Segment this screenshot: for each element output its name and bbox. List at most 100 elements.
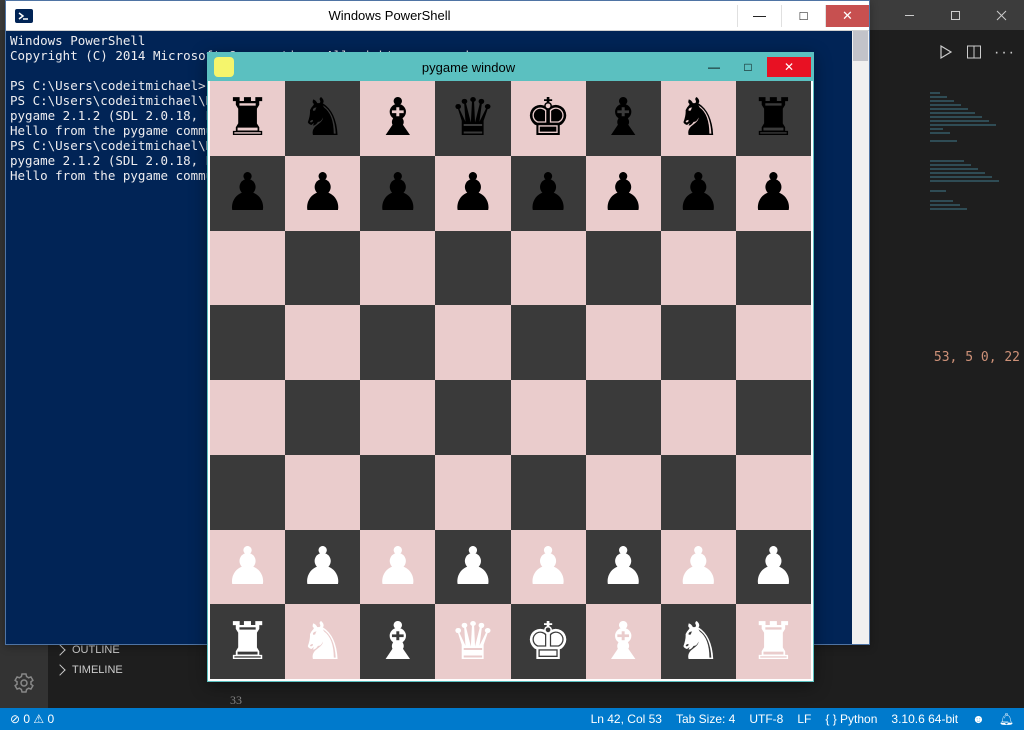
chess-square[interactable] — [285, 231, 360, 306]
ps-scrollbar[interactable] — [852, 31, 869, 644]
chess-square[interactable]: ♟ — [285, 156, 360, 231]
chess-square[interactable]: ♟ — [210, 156, 285, 231]
chess-square[interactable] — [285, 380, 360, 455]
chess-piece-bp[interactable]: ♟ — [750, 167, 797, 219]
feedback-icon[interactable]: ☻ — [972, 712, 985, 726]
chess-piece-bn[interactable]: ♞ — [299, 92, 346, 144]
chess-piece-bp[interactable]: ♟ — [299, 167, 346, 219]
chess-piece-bp[interactable]: ♟ — [375, 167, 422, 219]
chess-square[interactable]: ♟ — [586, 530, 661, 605]
chess-square[interactable] — [435, 231, 510, 306]
status-tab-size[interactable]: Tab Size: 4 — [676, 712, 735, 726]
chess-piece-bp[interactable]: ♟ — [450, 167, 497, 219]
ps-close-button[interactable]: ✕ — [825, 5, 869, 27]
chess-square[interactable] — [586, 305, 661, 380]
chess-piece-bp[interactable]: ♟ — [224, 167, 271, 219]
chess-square[interactable]: ♟ — [586, 156, 661, 231]
chess-square[interactable] — [586, 455, 661, 530]
status-language[interactable]: { } Python — [825, 712, 877, 726]
run-icon[interactable] — [938, 44, 954, 65]
chess-square[interactable] — [210, 380, 285, 455]
chess-piece-br[interactable]: ♜ — [750, 92, 797, 144]
chess-square[interactable]: ♜ — [210, 81, 285, 156]
chess-square[interactable]: ♝ — [586, 81, 661, 156]
chess-square[interactable]: ♟ — [511, 530, 586, 605]
chess-square[interactable]: ♝ — [360, 81, 435, 156]
chess-square[interactable] — [736, 380, 811, 455]
timeline-section[interactable]: TIMELINE — [48, 660, 228, 680]
pg-maximize-button[interactable]: □ — [733, 57, 763, 77]
chess-piece-wb[interactable]: ♝ — [600, 616, 647, 668]
chess-square[interactable] — [661, 455, 736, 530]
chess-piece-bk[interactable]: ♚ — [525, 92, 572, 144]
chess-square[interactable]: ♞ — [285, 604, 360, 679]
chess-piece-wp[interactable]: ♟ — [375, 541, 422, 593]
chess-square[interactable]: ♚ — [511, 604, 586, 679]
chess-square[interactable] — [736, 305, 811, 380]
chess-square[interactable] — [661, 380, 736, 455]
split-editor-icon[interactable] — [966, 44, 982, 65]
chess-piece-wq[interactable]: ♛ — [450, 616, 497, 668]
vscode-close-button[interactable] — [978, 0, 1024, 30]
notifications-icon[interactable]: 🔔︎ — [999, 712, 1014, 726]
chess-piece-wb[interactable]: ♝ — [375, 616, 422, 668]
ps-scrollbar-thumb[interactable] — [853, 31, 868, 61]
status-interpreter[interactable]: 3.10.6 64-bit — [891, 712, 958, 726]
chess-piece-wp[interactable]: ♟ — [299, 541, 346, 593]
chess-piece-wp[interactable]: ♟ — [750, 541, 797, 593]
chess-square[interactable] — [736, 231, 811, 306]
chess-square[interactable]: ♜ — [736, 604, 811, 679]
chess-square[interactable] — [511, 380, 586, 455]
status-eol[interactable]: LF — [797, 712, 811, 726]
chess-piece-bb[interactable]: ♝ — [600, 92, 647, 144]
chess-square[interactable] — [586, 380, 661, 455]
chess-piece-wp[interactable]: ♟ — [675, 541, 722, 593]
chess-square[interactable]: ♚ — [511, 81, 586, 156]
chess-square[interactable]: ♟ — [285, 530, 360, 605]
status-cursor-position[interactable]: Ln 42, Col 53 — [591, 712, 662, 726]
chess-square[interactable]: ♟ — [435, 156, 510, 231]
chess-square[interactable]: ♟ — [661, 156, 736, 231]
chess-piece-wp[interactable]: ♟ — [525, 541, 572, 593]
powershell-titlebar[interactable]: Windows PowerShell — □ ✕ — [6, 1, 869, 31]
chess-square[interactable]: ♞ — [661, 604, 736, 679]
chess-piece-br[interactable]: ♜ — [224, 92, 271, 144]
settings-gear-icon[interactable] — [12, 671, 36, 700]
chess-piece-wp[interactable]: ♟ — [224, 541, 271, 593]
chess-square[interactable]: ♞ — [661, 81, 736, 156]
chess-square[interactable]: ♝ — [360, 604, 435, 679]
chess-piece-bb[interactable]: ♝ — [375, 92, 422, 144]
chess-square[interactable]: ♟ — [360, 156, 435, 231]
chess-piece-bp[interactable]: ♟ — [675, 167, 722, 219]
chess-square[interactable] — [210, 231, 285, 306]
chess-piece-wn[interactable]: ♞ — [675, 616, 722, 668]
vscode-minimize-button[interactable] — [886, 0, 932, 30]
ps-minimize-button[interactable]: — — [737, 5, 781, 27]
chess-square[interactable] — [511, 305, 586, 380]
pg-close-button[interactable]: ✕ — [767, 57, 811, 77]
chess-square[interactable] — [285, 455, 360, 530]
chess-square[interactable] — [511, 455, 586, 530]
chess-square[interactable]: ♛ — [435, 81, 510, 156]
chess-square[interactable] — [586, 231, 661, 306]
chess-square[interactable]: ♟ — [511, 156, 586, 231]
chess-square[interactable] — [435, 380, 510, 455]
chess-square[interactable] — [435, 455, 510, 530]
chess-square[interactable] — [736, 455, 811, 530]
chess-square[interactable] — [285, 305, 360, 380]
chess-square[interactable] — [210, 305, 285, 380]
chess-piece-bp[interactable]: ♟ — [600, 167, 647, 219]
status-problems[interactable]: ⊘ 0 ⚠ 0 — [10, 712, 54, 726]
chess-piece-wn[interactable]: ♞ — [299, 616, 346, 668]
chess-square[interactable] — [360, 231, 435, 306]
chess-square[interactable] — [435, 305, 510, 380]
chess-square[interactable] — [360, 455, 435, 530]
pg-minimize-button[interactable]: — — [699, 57, 729, 77]
chess-piece-bq[interactable]: ♛ — [450, 92, 497, 144]
chess-square[interactable]: ♟ — [210, 530, 285, 605]
chess-piece-wp[interactable]: ♟ — [450, 541, 497, 593]
chess-piece-bp[interactable]: ♟ — [525, 167, 572, 219]
chess-square[interactable]: ♜ — [736, 81, 811, 156]
chess-piece-wp[interactable]: ♟ — [600, 541, 647, 593]
chess-square[interactable]: ♜ — [210, 604, 285, 679]
